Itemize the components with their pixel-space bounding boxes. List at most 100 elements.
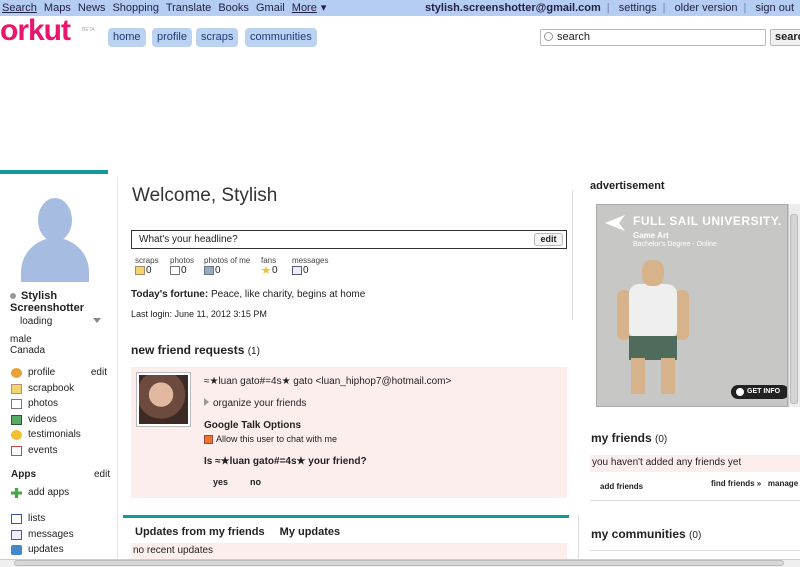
yes-button[interactable]: yes	[213, 477, 228, 487]
no-button[interactable]: no	[250, 477, 261, 487]
separator: |	[743, 2, 747, 14]
search-input[interactable]: search	[540, 29, 766, 46]
gbar-link-gmail[interactable]: Gmail	[256, 2, 285, 14]
fortune-label: Today's fortune:	[131, 289, 209, 300]
sidebar-item-label: messages	[28, 528, 74, 540]
tab-updates-from-friends[interactable]: Updates from my friends	[135, 526, 265, 538]
sidebar-item-updates[interactable]: updates	[11, 543, 111, 559]
gbar-link-maps[interactable]: Maps	[44, 2, 71, 14]
advertisement-heading: advertisement	[590, 180, 665, 192]
apps-edit-link[interactable]: edit	[94, 469, 110, 480]
sidebar-item-add-apps[interactable]: add apps	[11, 486, 111, 502]
tag-icon	[204, 265, 214, 275]
friend-avatar[interactable]	[136, 372, 191, 427]
character-shorts	[629, 336, 677, 360]
star-icon	[261, 265, 271, 275]
search-icon	[544, 32, 553, 41]
gbar-link-translate[interactable]: Translate	[166, 2, 211, 14]
sidebar-item-testimonials[interactable]: testimonials	[11, 428, 111, 444]
gbar-link-news[interactable]: News	[78, 2, 106, 14]
status-dropdown-icon[interactable]	[93, 318, 101, 323]
tab-my-updates[interactable]: My updates	[280, 526, 341, 538]
profile-name-text: Stylish Screenshotter	[10, 290, 84, 314]
stat-photos-of-me[interactable]: photos of me 0	[204, 256, 251, 276]
ad-title: FULL SAIL UNIVERSITY.	[633, 214, 782, 228]
organize-friends-toggle[interactable]: organize your friends	[204, 398, 306, 409]
profile-name[interactable]: Stylish Screenshotter	[10, 290, 105, 314]
stat-label: messages	[292, 256, 329, 265]
manage-friends-link[interactable]: manage	[768, 479, 798, 488]
my-communities-count: (0)	[689, 530, 702, 541]
sidebar-item-events[interactable]: events	[11, 444, 111, 460]
sidebar-item-label: updates	[28, 544, 64, 555]
nav-communities[interactable]: communities	[245, 28, 317, 47]
friend-photo	[139, 375, 188, 424]
friend-requests-title: new friend requests	[131, 343, 245, 357]
sidebar-item-scrapbook[interactable]: scrapbook	[11, 382, 111, 398]
allow-chat-checkbox[interactable]	[204, 435, 213, 445]
search-button[interactable]: search	[770, 29, 800, 46]
sidebar-item-lists[interactable]: lists	[11, 512, 111, 528]
stat-scraps[interactable]: scraps 0	[135, 256, 159, 276]
nav-scraps[interactable]: scraps	[196, 28, 239, 47]
orkut-logo[interactable]: orkut BETA	[0, 14, 95, 50]
account-email[interactable]: stylish.screenshotter@gmail.com	[425, 2, 601, 14]
lists-icon	[11, 514, 22, 524]
ad-character	[617, 260, 697, 400]
apps-menu: add apps	[11, 486, 111, 502]
ad-get-info-button[interactable]: GET INFO	[731, 385, 787, 399]
sign-out-link[interactable]: sign out	[755, 2, 794, 14]
ad-scrollbar-thumb[interactable]	[790, 214, 798, 404]
my-communities-heading: my communities (0)	[591, 527, 701, 541]
settings-link[interactable]: settings	[619, 2, 657, 14]
sidebar-item-photos[interactable]: photos	[11, 397, 111, 413]
ad-subtitle: Game Art	[633, 231, 669, 240]
sidebar-item-profile[interactable]: profile edit	[11, 366, 111, 382]
ad-banner[interactable]: FULL SAIL UNIVERSITY. Game Art Bachelor'…	[596, 204, 788, 407]
gbar-link-shopping[interactable]: Shopping	[112, 2, 159, 14]
stat-photos[interactable]: photos 0	[170, 256, 194, 276]
my-friends-title: my friends	[591, 431, 652, 445]
divider	[590, 550, 800, 551]
sidebar-item-videos[interactable]: videos	[11, 413, 111, 429]
gbar-link-more[interactable]: More	[292, 2, 317, 14]
last-login: Last login: June 11, 2012 3:15 PM	[131, 309, 267, 319]
chevron-down-icon[interactable]: ▾	[321, 2, 327, 14]
gbar-link-search[interactable]: Search	[2, 2, 37, 14]
gtalk-options-title: Google Talk Options	[204, 420, 302, 431]
older-version-link[interactable]: older version	[675, 2, 738, 14]
events-icon	[11, 445, 22, 456]
headline-field[interactable]: What's your headline? edit	[131, 230, 567, 249]
ad-degree: Bachelor's Degree - Online	[633, 241, 717, 248]
updates-tabs: Updates from my friends My updates	[135, 526, 352, 538]
headline-edit-button[interactable]: edit	[534, 233, 563, 246]
apps-heading: Apps	[11, 469, 36, 480]
scrapbook-icon	[11, 383, 22, 394]
horizontal-scrollbar-thumb[interactable]	[14, 560, 784, 566]
friend-links: find friends » manage	[711, 479, 798, 488]
add-friends-link[interactable]: add friends	[600, 482, 643, 491]
profile-edit-link[interactable]: edit	[91, 366, 107, 380]
friend-requests-heading: new friend requests (1)	[131, 343, 260, 357]
sidebar-item-label: events	[28, 444, 58, 456]
allow-chat-option[interactable]: Allow this user to chat with me	[204, 434, 337, 445]
gbar-link-books[interactable]: Books	[218, 2, 249, 14]
avatar-body	[21, 238, 89, 282]
sidebar-item-messages[interactable]: messages	[11, 528, 111, 544]
stat-label: photos of me	[204, 256, 251, 265]
updates-icon	[11, 545, 22, 555]
envelope-icon	[292, 265, 302, 275]
stat-fans[interactable]: fans 0	[261, 256, 278, 276]
friend-request-name[interactable]: ≈★luan gato#=4ѕ★ gato <luan_hiphop7@hotm…	[204, 376, 451, 387]
separator: |	[662, 2, 666, 14]
nav-profile[interactable]: profile	[152, 28, 192, 47]
stat-messages[interactable]: messages 0	[292, 256, 329, 276]
nav-home[interactable]: home	[108, 28, 146, 47]
messages-icon	[11, 529, 22, 540]
avatar[interactable]	[11, 194, 99, 282]
character-arm	[675, 290, 689, 340]
left-sidebar	[0, 170, 108, 174]
sidebar-item-label: add apps	[28, 487, 70, 498]
column-divider	[117, 177, 118, 567]
find-friends-link[interactable]: find friends »	[711, 479, 761, 488]
